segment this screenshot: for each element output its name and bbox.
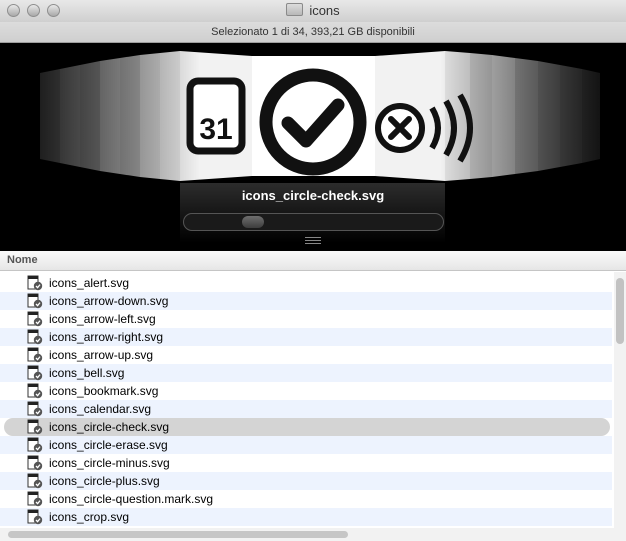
list-item-label: icons_arrow-left.svg [49,312,156,326]
list-item-label: icons_crop.svg [49,510,130,524]
svg-file-icon [27,293,43,309]
selected-cover-label: icons_circle-check.svg [241,188,385,203]
list-item[interactable]: icons_arrow-up.svg [0,346,612,364]
vertical-scroll-thumb[interactable] [616,278,624,344]
file-list[interactable]: icons_alert.svg icons_arrow-down.svgicons… [0,272,616,528]
column-name-label: Nome [7,254,38,266]
svg-file-icon [27,473,43,489]
calendar-day: 31 [199,113,232,146]
calendar-icon: 31 [186,77,246,155]
title-bar: icons [0,0,626,23]
list-item[interactable]: icons_arrow-down.svg [0,292,612,310]
list-item[interactable]: icons_circle-plus.svg [0,472,612,490]
svg-file-icon [27,329,43,345]
finder-window: icons Selezionato 1 di 34, 393,21 GB dis… [0,0,626,541]
svg-file-icon [27,311,43,327]
svg-file-icon [27,455,43,471]
list-item[interactable]: icons_circle-erase.svg [0,436,612,454]
list-item[interactable]: icons_bookmark.svg [0,382,612,400]
folder-icon [286,3,304,16]
list-item-label: icons_arrow-up.svg [49,348,154,362]
cover-flow-scroll-thumb[interactable] [242,216,264,228]
list-item-label: icons_circle-question.mark.svg [49,492,214,506]
window-title: icons [0,3,626,18]
list-item-label: icons_calendar.svg [49,402,152,416]
list-item-label: icons_circle-erase.svg [49,438,168,452]
svg-file-icon [27,401,43,417]
list-item[interactable]: icons_bell.svg [0,364,612,382]
svg-file-icon [27,491,43,507]
resize-grip-icon[interactable] [305,236,321,244]
window-title-text: icons [309,3,340,18]
list-column-header[interactable]: Nome [0,251,626,271]
list-item[interactable]: icons_circle-question.mark.svg [0,490,612,508]
list-item[interactable]: icons_circle-check.svg [4,418,610,436]
selected-cover[interactable] [252,56,375,176]
list-item-label: icons_bell.svg [49,366,125,380]
svg-file-icon [27,437,43,453]
horizontal-scrollbar[interactable] [0,528,626,541]
list-item[interactable]: icons_circle-minus.svg [0,454,612,472]
svg-file-icon [27,383,43,399]
list-item-label: icons_circle-plus.svg [49,474,160,488]
svg-file-icon [27,275,43,291]
cover-flow-scrollbar[interactable] [183,213,444,231]
list-item[interactable]: icons_arrow-left.svg [0,310,612,328]
list-item[interactable]: icons_crop.svg [0,508,612,526]
list-item-label: icons_bookmark.svg [49,384,159,398]
status-bar: Selezionato 1 di 34, 393,21 GB disponibi… [0,22,626,43]
svg-file-icon [27,365,43,381]
svg-file-icon [27,509,43,525]
horizontal-scroll-thumb[interactable] [8,531,348,538]
list-item-label: icons_arrow-right.svg [49,330,164,344]
list-item[interactable]: icons_calendar.svg [0,400,612,418]
circle-erase-icon [375,103,425,153]
cover-flow-view[interactable]: 31 icons_circle-check.svg [0,43,626,251]
svg-file-icon [27,347,43,363]
list-item-label: icons_alert.svg [49,276,130,290]
vertical-scrollbar[interactable] [614,272,626,528]
list-item-label: icons_arrow-down.svg [49,294,169,308]
list-item-label: icons_circle-minus.svg [49,456,170,470]
list-item-label: icons_circle-check.svg [49,420,170,434]
list-item[interactable]: icons_alert.svg [0,274,612,292]
list-item[interactable]: icons_arrow-right.svg [0,328,612,346]
svg-file-icon [27,419,43,435]
